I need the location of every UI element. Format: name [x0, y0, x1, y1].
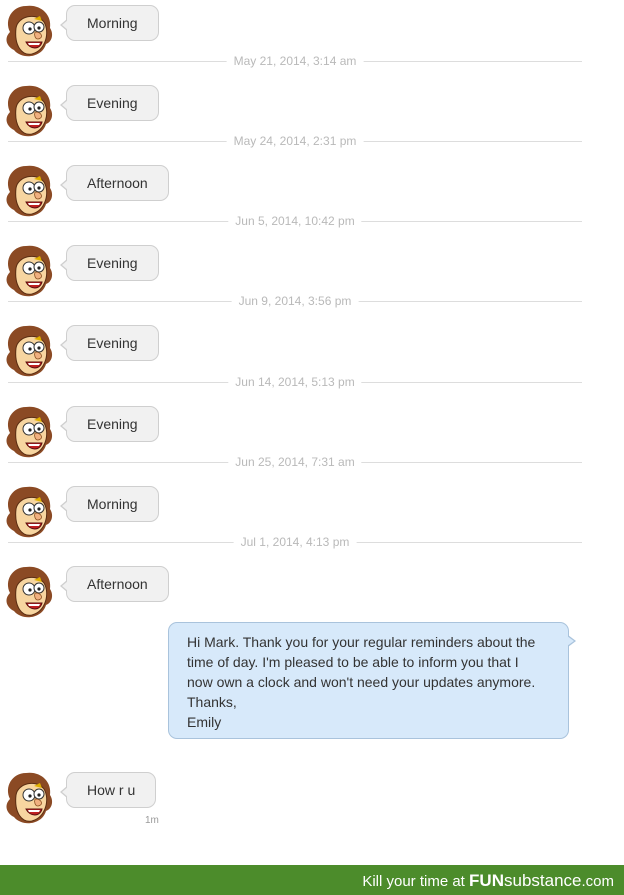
message-bubble: Evening [60, 325, 159, 361]
sender-avatar-icon[interactable] [2, 483, 58, 543]
timestamp: May 21, 2014, 3:14 am [226, 54, 364, 68]
footer-prefix: Kill your time at [362, 873, 465, 890]
footer-tagline[interactable]: Kill your time at FUNsubstance.com [362, 871, 614, 891]
timestamp: Jun 25, 2014, 7:31 am [228, 455, 362, 469]
message-bubble: How r u [59, 772, 157, 808]
timestamp: Jun 5, 2014, 10:42 pm [228, 214, 362, 228]
reply-line: Emily [187, 714, 222, 730]
message-bubble: Evening [60, 85, 159, 121]
incoming-message: Afternoon [0, 563, 624, 625]
footer-brand-sub: substance [503, 871, 582, 890]
timestamp-divider: Jul 1, 2014, 4:13 pm [8, 535, 582, 549]
reply-line: Hi Mark. Thank you for your regular remi… [187, 634, 536, 650]
sender-avatar-icon[interactable] [2, 162, 58, 222]
sender-avatar-icon[interactable] [2, 563, 58, 623]
incoming-message: How r u [0, 769, 624, 831]
site-footer-banner: Kill your time at FUNsubstance.com [0, 865, 624, 895]
timestamp: Jul 1, 2014, 4:13 pm [233, 535, 357, 549]
conversation-thread: Morning May 21, 2014, 3:14 am Evening Ma… [0, 0, 624, 865]
sender-avatar-icon[interactable] [2, 769, 58, 829]
timestamp-divider: May 21, 2014, 3:14 am [8, 54, 582, 68]
timestamp-divider: Jun 14, 2014, 5:13 pm [8, 375, 582, 389]
outgoing-message-bubble: Hi Mark. Thank you for your regular remi… [168, 622, 576, 739]
sender-avatar-icon[interactable] [2, 82, 58, 142]
reply-line: Thanks, [187, 694, 237, 710]
sender-avatar-icon[interactable] [2, 2, 58, 62]
sender-avatar-icon[interactable] [2, 322, 58, 382]
message-bubble: Afternoon [60, 165, 169, 201]
timestamp-divider: Jun 5, 2014, 10:42 pm [8, 214, 582, 228]
footer-brand: FUN [469, 871, 504, 890]
timestamp: Jun 14, 2014, 5:13 pm [228, 375, 362, 389]
message-bubble: Evening [60, 406, 159, 442]
sender-avatar-icon[interactable] [2, 403, 58, 463]
message-age: 1m [145, 815, 159, 826]
message-bubble: Afternoon [60, 566, 169, 602]
reply-line: time of day. I'm pleased to be able to i… [187, 654, 519, 670]
timestamp-divider: May 24, 2014, 2:31 pm [8, 134, 582, 148]
message-bubble: Evening [60, 245, 159, 281]
timestamp-divider: Jun 25, 2014, 7:31 am [8, 455, 582, 469]
timestamp: May 24, 2014, 2:31 pm [226, 134, 364, 148]
message-bubble: Morning [60, 5, 159, 41]
footer-suffix: .com [581, 873, 614, 890]
sender-avatar-icon[interactable] [2, 242, 58, 302]
message-bubble: Morning [60, 486, 159, 522]
reply-line: now own a clock and won't need your upda… [187, 674, 536, 690]
timestamp-divider: Jun 9, 2014, 3:56 pm [8, 294, 582, 308]
timestamp: Jun 9, 2014, 3:56 pm [231, 294, 359, 308]
